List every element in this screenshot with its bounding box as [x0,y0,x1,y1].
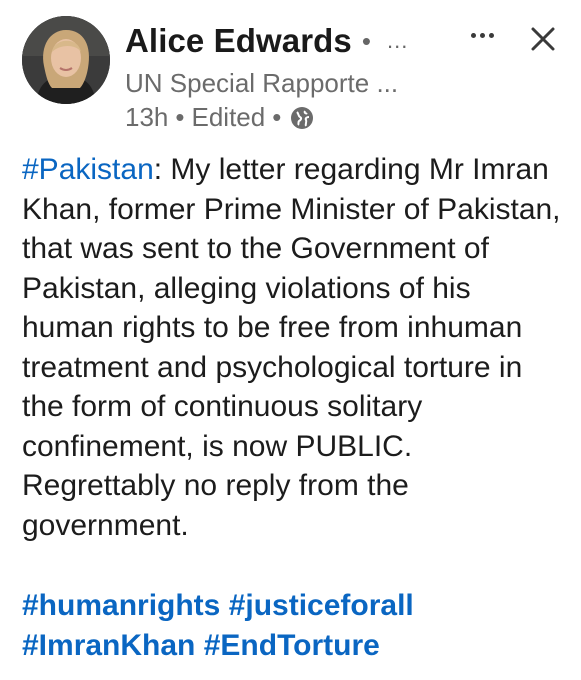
globe-icon [290,106,314,130]
edited-label: Edited [191,102,266,132]
hashtag-link[interactable]: #ImranKhan [22,629,195,662]
hashtag-link[interactable]: #justiceforall [229,589,414,622]
author-headline: UN Special Rapporte ... [125,68,399,98]
post-meta: 13h • Edited • [125,102,314,133]
author-avatar[interactable] [22,16,110,104]
name-separator: • [361,25,371,56]
close-icon [531,27,555,51]
post-header: Alice Edwards • ... UN Special Rapporte … [0,0,581,140]
meta-separator: • [272,102,282,132]
hashtag-link[interactable]: #humanrights [22,589,220,622]
profile-photo [22,16,110,104]
meta-separator: • [175,102,185,132]
post-body-text: : My letter regarding Mr Imran Khan, for… [22,153,561,542]
close-button[interactable] [528,24,558,54]
author-name[interactable]: Alice Edwards [125,22,352,60]
hashtag-pakistan-link[interactable]: #Pakistan [22,153,154,186]
author-name-row: Alice Edwards • ... [125,22,408,60]
post-time: 13h [125,102,169,132]
hashtag-link[interactable]: #EndTorture [204,629,380,662]
name-more-indicator: ... [387,28,409,53]
more-options-button[interactable] [462,20,502,50]
more-horizontal-icon [470,32,476,38]
post-text: #Pakistan: My letter regarding Mr Imran … [22,150,567,545]
hashtag-list: #humanrights #justiceforall #ImranKhan #… [22,586,567,665]
